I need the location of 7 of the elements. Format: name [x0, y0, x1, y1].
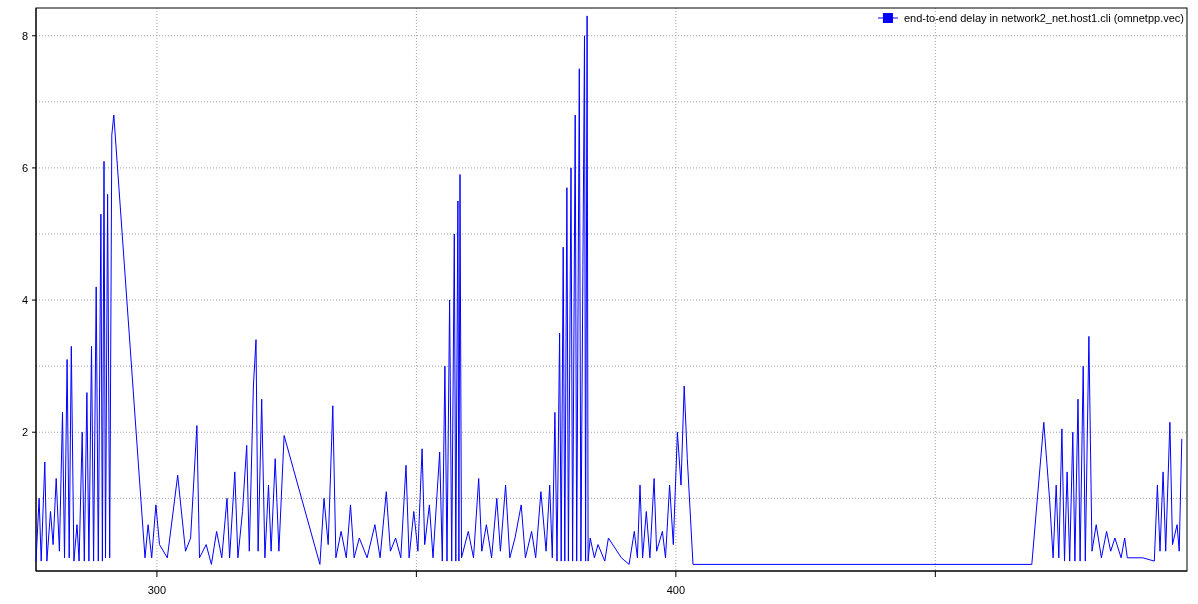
- y-tick-label: 8: [21, 29, 28, 42]
- y-tick-label: 6: [21, 161, 28, 174]
- x-tick-label: 300: [147, 584, 167, 596]
- x-tick-label: 400: [666, 584, 686, 596]
- legend-label: end-to-end delay in network2_net.host1.cli (omnetpp.vec): [903, 12, 1184, 24]
- y-tick-label: 2: [21, 426, 28, 439]
- y-tick-label: 4: [21, 294, 28, 307]
